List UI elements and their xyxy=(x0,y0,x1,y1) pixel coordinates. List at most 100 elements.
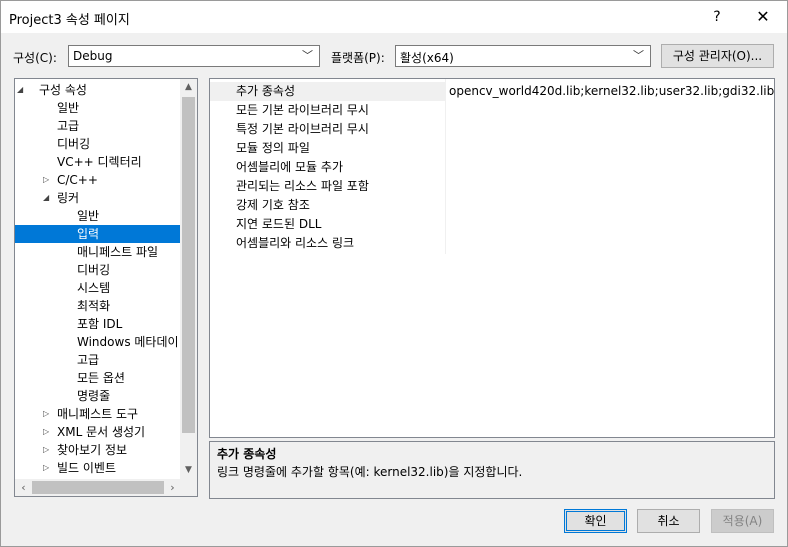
chevron-down-icon: ﹀ xyxy=(633,49,644,62)
collapse-arrow-icon[interactable]: ◢ xyxy=(17,81,23,99)
expand-arrow-icon[interactable]: ▷ xyxy=(43,423,49,441)
scroll-up-icon[interactable]: ▲ xyxy=(180,79,197,96)
tree-item[interactable]: ▷ 매니페스트 도구 xyxy=(15,405,180,423)
tree-item-label: 명령줄 xyxy=(77,389,111,403)
tree-item-label: 찾아보기 정보 xyxy=(57,443,128,457)
tree-item-label: 모든 옵션 xyxy=(77,371,125,385)
property-name: 추가 종속성 xyxy=(236,84,296,98)
tree-item-label: 일반 xyxy=(77,209,100,223)
property-name: 특정 기본 라이브러리 무시 xyxy=(236,122,369,136)
tree-item[interactable]: ▷ 찾아보기 정보 xyxy=(15,441,180,459)
property-row[interactable]: 어셈블리에 모듈 추가 xyxy=(210,158,774,177)
tree-item[interactable]: 일반 xyxy=(15,207,180,225)
description-title: 추가 종속성 xyxy=(217,447,277,461)
property-name: 어셈블리에 모듈 추가 xyxy=(236,160,343,174)
config-label: 구성(C): xyxy=(13,51,57,65)
tree-item-label: 시스템 xyxy=(77,281,111,295)
window-title: Project3 속성 페이지 xyxy=(9,13,130,28)
tree-item[interactable]: 디버깅 xyxy=(15,135,180,153)
tree-item[interactable]: 명령줄 xyxy=(15,387,180,405)
expand-arrow-icon[interactable]: ▷ xyxy=(43,171,49,189)
tree-horizontal-scrollbar[interactable]: ‹ › xyxy=(15,479,181,496)
platform-select-value: 활성(x64) xyxy=(400,51,454,65)
scroll-thumb[interactable] xyxy=(32,481,164,494)
tree-item-label: 입력 xyxy=(77,227,100,241)
description-text: 링크 명령줄에 추가할 항목(예: kernel32.lib)을 지정합니다. xyxy=(217,465,523,479)
property-row[interactable]: 강제 기호 참조 xyxy=(210,196,774,215)
scroll-left-icon[interactable]: ‹ xyxy=(15,479,32,496)
property-name: 관리되는 리소스 파일 포함 xyxy=(236,179,369,193)
property-name: 어셈블리와 리소스 링크 xyxy=(236,236,355,250)
description-panel: 추가 종속성 링크 명령줄에 추가할 항목(예: kernel32.lib)을 … xyxy=(209,441,775,499)
tree-item[interactable]: 일반 xyxy=(15,99,180,117)
property-row[interactable]: 지연 로드된 DLL xyxy=(210,215,774,234)
ok-button[interactable]: 확인 xyxy=(564,509,627,533)
tree-item[interactable]: 시스템 xyxy=(15,279,180,297)
scroll-corner xyxy=(180,479,197,496)
tree-item[interactable]: ▷ C/C++ xyxy=(15,171,180,189)
tree-item[interactable]: 매니페스트 파일 xyxy=(15,243,180,261)
property-name: 모듈 정의 파일 xyxy=(236,141,310,155)
title-bar: Project3 속성 페이지 ? ✕ xyxy=(1,1,787,33)
platform-select[interactable]: 활성(x64) ﹀ xyxy=(395,45,651,67)
property-name: 모든 기본 라이브러리 무시 xyxy=(236,103,369,117)
tree-item-label: 디버깅 xyxy=(57,137,91,151)
collapse-arrow-icon[interactable]: ◢ xyxy=(43,189,49,207)
help-button[interactable]: ? xyxy=(695,1,739,33)
tree-vertical-scrollbar[interactable]: ▲ ▼ xyxy=(180,79,197,479)
tree-item-label: 매니페스트 파일 xyxy=(77,245,159,259)
scroll-right-icon[interactable]: › xyxy=(164,479,181,496)
config-select[interactable]: Debug ﹀ xyxy=(68,45,320,67)
property-row[interactable]: 특정 기본 라이브러리 무시 xyxy=(210,120,774,139)
tree-item-label: 일반 xyxy=(57,101,80,115)
expand-arrow-icon[interactable]: ▷ xyxy=(43,459,49,477)
tree-item[interactable]: 고급 xyxy=(15,351,180,369)
tree-item[interactable]: 최적화 xyxy=(15,297,180,315)
tree-item[interactable]: ▷ XML 문서 생성기 xyxy=(15,423,180,441)
config-manager-button[interactable]: 구성 관리자(O)... xyxy=(661,44,774,68)
tree-item-label: XML 문서 생성기 xyxy=(57,425,146,439)
tree-item[interactable]: Windows 메타데이 xyxy=(15,333,180,351)
scroll-thumb[interactable] xyxy=(182,97,195,433)
tree-item-label: 구성 속성 xyxy=(39,83,87,97)
tree-item[interactable]: 고급 xyxy=(15,117,180,135)
tree-item[interactable]: ▷ 빌드 이벤트 xyxy=(15,459,180,477)
tree-item-label: C/C++ xyxy=(57,173,98,187)
expand-arrow-icon[interactable]: ▷ xyxy=(43,441,49,459)
tree-item-label: 링커 xyxy=(57,191,80,205)
tree-item-label: Windows 메타데이 xyxy=(77,335,179,349)
tree-item[interactable]: ◢ 링커 xyxy=(15,189,180,207)
property-name: 강제 기호 참조 xyxy=(236,198,310,212)
category-tree[interactable]: ◢ 구성 속성 일반 고급 디버깅 VC++ 디렉터리 ▷ C/C++ ◢ 링커 일반 입력 매니페스트… xyxy=(14,78,198,497)
scroll-down-icon[interactable]: ▼ xyxy=(180,462,197,479)
tree-item-label: 고급 xyxy=(57,119,80,133)
tree-item-label: 매니페스트 도구 xyxy=(57,407,139,421)
tree-item[interactable]: ◢ 구성 속성 xyxy=(15,81,180,99)
ok-button-label: 확인 xyxy=(584,514,607,528)
expand-arrow-icon[interactable]: ▷ xyxy=(43,405,49,423)
property-row[interactable]: 추가 종속성 opencv_world420d.lib;kernel32.lib;… xyxy=(210,82,774,101)
apply-button[interactable]: 적용(A) xyxy=(711,509,774,533)
tree-item[interactable]: 디버깅 xyxy=(15,261,180,279)
tree-item[interactable]: 포함 IDL xyxy=(15,315,180,333)
property-row[interactable]: 모든 기본 라이브러리 무시 xyxy=(210,101,774,120)
property-name: 지연 로드된 DLL xyxy=(236,217,322,231)
tree-item-label: 고급 xyxy=(77,353,100,367)
property-grid[interactable]: 추가 종속성 opencv_world420d.lib;kernel32.lib;… xyxy=(209,78,775,438)
tree-item[interactable]: 모든 옵션 xyxy=(15,369,180,387)
tree-item-label: VC++ 디렉터리 xyxy=(57,155,142,169)
close-button[interactable]: ✕ xyxy=(741,1,785,33)
tree-item-label: 디버깅 xyxy=(77,263,111,277)
platform-label: 플랫폼(P): xyxy=(331,51,385,65)
tree-item[interactable]: VC++ 디렉터리 xyxy=(15,153,180,171)
property-row[interactable]: 모듈 정의 파일 xyxy=(210,139,774,158)
chevron-down-icon: ﹀ xyxy=(302,49,313,62)
tree-item-label: 포함 IDL xyxy=(77,317,123,331)
property-row[interactable]: 관리되는 리소스 파일 포함 xyxy=(210,177,774,196)
config-select-value: Debug xyxy=(73,49,113,63)
cancel-button[interactable]: 취소 xyxy=(637,509,700,533)
grid-column-divider[interactable] xyxy=(445,79,446,254)
property-value[interactable]: opencv_world420d.lib;kernel32.lib;user32… xyxy=(446,82,774,101)
tree-item[interactable]: 입력 xyxy=(15,225,180,243)
property-row[interactable]: 어셈블리와 리소스 링크 xyxy=(210,234,774,253)
